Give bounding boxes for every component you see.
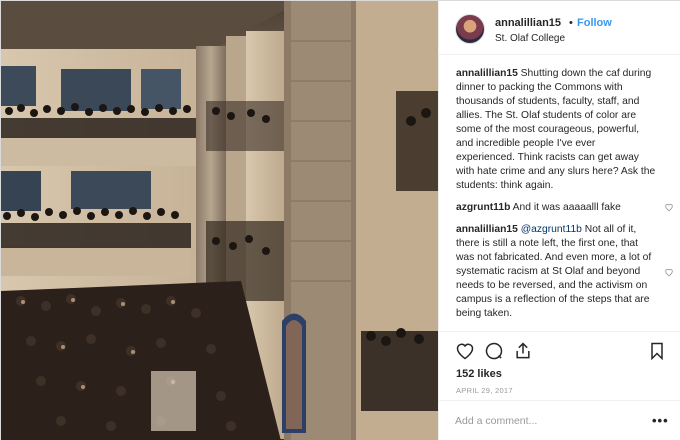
post-actions: 152 likes April 29, 2017 ••• bbox=[439, 331, 680, 440]
header-separator: • bbox=[569, 17, 573, 29]
comments-list: annalillian15 Shutting down the caf duri… bbox=[456, 67, 673, 329]
post-photo[interactable] bbox=[1, 1, 438, 440]
share-icon[interactable] bbox=[513, 341, 533, 361]
username-link[interactable]: annalillian15 bbox=[495, 17, 561, 29]
comment-username[interactable]: annalillian15 bbox=[456, 68, 518, 79]
add-comment-bar: ••• bbox=[439, 400, 680, 440]
comment: annalillian15 @azgrunt11b Not all of it,… bbox=[456, 223, 673, 321]
post-side-panel: annalillian15 • Follow St. Olaf College … bbox=[438, 1, 680, 440]
comment-text: Not all of it, there is still a note lef… bbox=[456, 224, 652, 319]
like-comment-icon[interactable] bbox=[664, 202, 674, 212]
post-header: annalillian15 • Follow St. Olaf College bbox=[439, 1, 680, 55]
comment: azgrunt11b And it was aaaaalll fake bbox=[456, 201, 673, 215]
bookmark-icon[interactable] bbox=[647, 341, 667, 361]
comment-icon[interactable] bbox=[484, 341, 504, 361]
comment-text: And it was aaaaalll fake bbox=[510, 202, 621, 213]
comment-username[interactable]: azgrunt11b bbox=[456, 202, 510, 213]
instagram-post-window: annalillian15 • Follow St. Olaf College … bbox=[0, 0, 680, 440]
mention-link[interactable]: @azgrunt11b bbox=[521, 224, 582, 235]
comment-text: Shutting down the caf during dinner to p… bbox=[456, 68, 656, 191]
post-date: April 29, 2017 bbox=[456, 386, 513, 395]
likes-count[interactable]: 152 likes bbox=[456, 368, 502, 380]
location-link[interactable]: St. Olaf College bbox=[495, 33, 565, 44]
caption: annalillian15 Shutting down the caf duri… bbox=[456, 67, 670, 193]
more-options-icon[interactable]: ••• bbox=[652, 413, 669, 428]
add-comment-input[interactable] bbox=[455, 412, 635, 430]
comment-username[interactable]: annalillian15 bbox=[456, 224, 518, 235]
heart-icon[interactable] bbox=[455, 341, 475, 361]
avatar[interactable] bbox=[455, 14, 485, 44]
follow-button[interactable]: Follow bbox=[577, 17, 612, 29]
like-comment-icon[interactable] bbox=[664, 267, 674, 277]
atrium-crowd-image bbox=[1, 1, 438, 440]
